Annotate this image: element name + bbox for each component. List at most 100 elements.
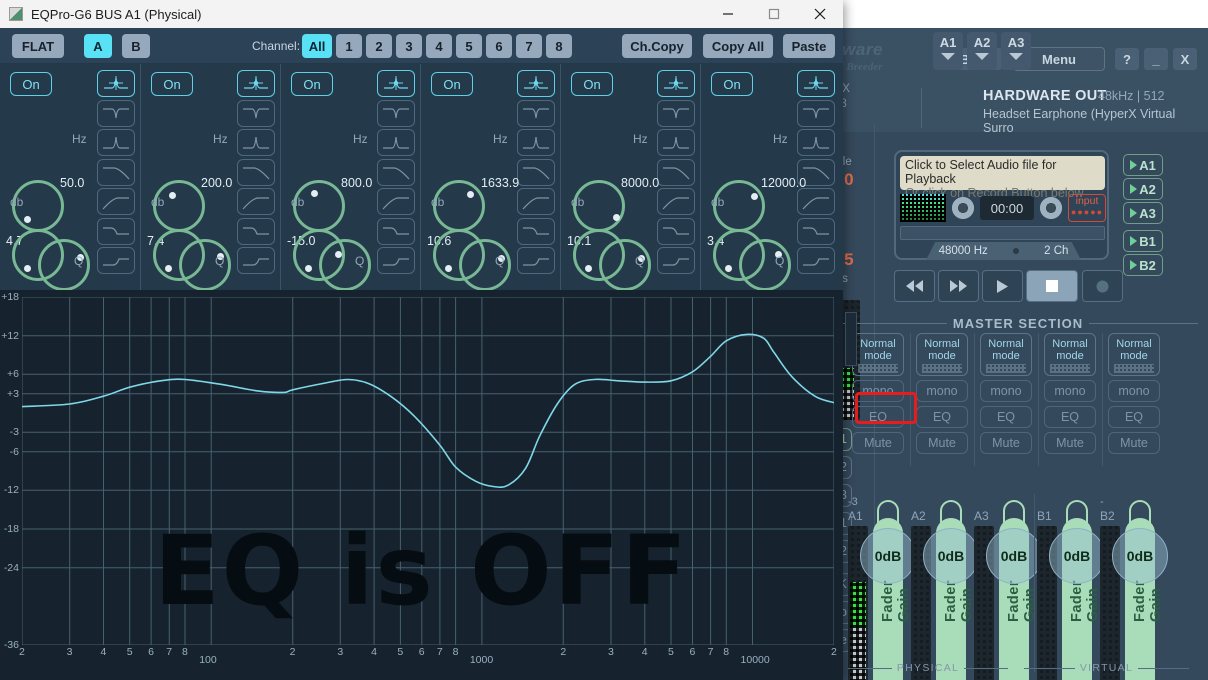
channel-button-6[interactable]: 6 — [486, 34, 512, 58]
band-3-on-button[interactable]: On — [291, 72, 333, 96]
scrollbar[interactable] — [845, 312, 857, 366]
mute-button-b1[interactable]: Mute — [1044, 432, 1096, 454]
filter-type-low-shelf-icon[interactable] — [517, 247, 555, 274]
band-6-on-button[interactable]: On — [711, 72, 753, 96]
fader-knob-b1[interactable]: 0dB — [1049, 528, 1105, 584]
audio-file-selector[interactable]: Click to Select Audio file for Playback … — [900, 156, 1105, 200]
normal-mode-button-a1[interactable]: Normal mode — [852, 333, 904, 376]
filter-type-low-pass-icon[interactable] — [237, 158, 275, 186]
eq-button-b2[interactable]: EQ — [1108, 406, 1160, 428]
normal-mode-button-b1[interactable]: Normal mode — [1044, 333, 1096, 376]
recorder-bus-b1[interactable]: B1 — [1123, 230, 1163, 252]
filter-type-low-pass-icon[interactable] — [657, 158, 695, 186]
filter-type-notch-icon[interactable] — [377, 99, 415, 127]
recorder-progress-bar[interactable] — [900, 226, 1105, 240]
filter-type-peak-icon[interactable] — [657, 129, 695, 156]
fader-knob-a2[interactable]: 0dB — [923, 528, 979, 584]
help-button[interactable]: ? — [1115, 48, 1139, 70]
filter-type-bell-icon[interactable] — [377, 70, 415, 97]
normal-mode-button-a3[interactable]: Normal mode — [980, 333, 1032, 376]
normal-mode-button-a2[interactable]: Normal mode — [916, 333, 968, 376]
filter-type-bell-icon[interactable] — [797, 70, 835, 97]
band-1-q-knob[interactable] — [12, 229, 64, 281]
close-button[interactable]: X — [1173, 48, 1197, 70]
recorder-bus-a3[interactable]: A3 — [1123, 202, 1163, 224]
transport-record-button[interactable] — [1082, 270, 1123, 302]
filter-type-bell-icon[interactable] — [517, 70, 555, 97]
recorder-bus-b2[interactable]: B2 — [1123, 254, 1163, 276]
filter-type-high-pass-icon[interactable] — [97, 188, 135, 215]
gear-icon[interactable] — [1040, 197, 1062, 219]
filter-type-low-pass-icon[interactable] — [377, 158, 415, 186]
filter-type-bell-icon[interactable] — [657, 70, 695, 97]
filter-type-high-pass-icon[interactable] — [237, 188, 275, 215]
hardware-out-a1-button[interactable]: A1 — [933, 32, 963, 70]
mute-button-a2[interactable]: Mute — [916, 432, 968, 454]
filter-type-low-pass-icon[interactable] — [517, 158, 555, 186]
filter-type-bell-icon[interactable] — [97, 70, 135, 97]
filter-type-peak-icon[interactable] — [237, 129, 275, 156]
filter-type-notch-icon[interactable] — [97, 99, 135, 127]
eq-button-a3[interactable]: EQ — [980, 406, 1032, 428]
mono-button-b2[interactable]: mono — [1108, 380, 1160, 402]
filter-type-low-shelf-icon[interactable] — [657, 247, 695, 274]
band-3-q-knob[interactable] — [293, 229, 345, 281]
channel-button-4[interactable]: 4 — [426, 34, 452, 58]
eq-maximize-button[interactable] — [751, 0, 797, 28]
transport-rewind-button[interactable] — [894, 270, 935, 302]
filter-type-high-shelf-icon[interactable] — [97, 217, 135, 245]
filter-type-low-shelf-icon[interactable] — [97, 247, 135, 274]
filter-type-high-shelf-icon[interactable] — [657, 217, 695, 245]
preset-b-button[interactable]: B — [122, 34, 150, 58]
band-1-on-button[interactable]: On — [10, 72, 52, 96]
normal-mode-button-b2[interactable]: Normal mode — [1108, 333, 1160, 376]
eq-graph[interactable]: +18 +12 +6 +3 -3 -6 -12 -18 -24 -36 2 3 4 5 6 7 8 100 2 3 4… — [0, 290, 843, 680]
filter-type-high-pass-icon[interactable] — [377, 188, 415, 215]
eq-button-b1[interactable]: EQ — [1044, 406, 1096, 428]
fader-knob-a1[interactable]: 0dB — [860, 528, 916, 584]
filter-type-notch-icon[interactable] — [517, 99, 555, 127]
channel-button-2[interactable]: 2 — [366, 34, 392, 58]
channel-button-7[interactable]: 7 — [516, 34, 542, 58]
eq-button-a1[interactable]: EQ — [852, 406, 904, 428]
filter-type-peak-icon[interactable] — [517, 129, 555, 156]
transport-play-button[interactable] — [982, 270, 1023, 302]
mute-button-b2[interactable]: Mute — [1108, 432, 1160, 454]
mono-button-a2[interactable]: mono — [916, 380, 968, 402]
band-5-on-button[interactable]: On — [571, 72, 613, 96]
flat-button[interactable]: FLAT — [12, 34, 64, 58]
channel-button-1[interactable]: 1 — [336, 34, 362, 58]
filter-type-notch-icon[interactable] — [797, 99, 835, 127]
fader-knob-b2[interactable]: 0dB — [1112, 528, 1168, 584]
gear-icon[interactable] — [952, 197, 974, 219]
transport-forward-button[interactable] — [938, 270, 979, 302]
eq-button-a2[interactable]: EQ — [916, 406, 968, 428]
paste-button[interactable]: Paste — [783, 34, 835, 58]
filter-type-low-shelf-icon[interactable] — [797, 247, 835, 274]
filter-type-high-shelf-icon[interactable] — [377, 217, 415, 245]
channel-button-all[interactable]: All — [302, 34, 332, 58]
eq-minimize-button[interactable] — [705, 0, 751, 28]
filter-type-peak-icon[interactable] — [377, 129, 415, 156]
recorder-bus-a1[interactable]: A1 — [1123, 154, 1163, 176]
mono-button-a3[interactable]: mono — [980, 380, 1032, 402]
filter-type-high-pass-icon[interactable] — [657, 188, 695, 215]
band-5-q-knob[interactable] — [573, 229, 625, 281]
transport-stop-button[interactable] — [1026, 270, 1078, 302]
hardware-out-a3-button[interactable]: A3 — [1001, 32, 1031, 70]
band-4-q-knob[interactable] — [433, 229, 485, 281]
filter-type-high-shelf-icon[interactable] — [517, 217, 555, 245]
recorder-bus-a2[interactable]: A2 — [1123, 178, 1163, 200]
filter-type-low-pass-icon[interactable] — [97, 158, 135, 186]
band-2-q-knob[interactable] — [153, 229, 205, 281]
filter-type-high-shelf-icon[interactable] — [797, 217, 835, 245]
band-2-on-button[interactable]: On — [151, 72, 193, 96]
filter-type-low-shelf-icon[interactable] — [377, 247, 415, 274]
band-6-q-knob[interactable] — [713, 229, 765, 281]
filter-type-high-shelf-icon[interactable] — [237, 217, 275, 245]
channel-button-5[interactable]: 5 — [456, 34, 482, 58]
filter-type-high-pass-icon[interactable] — [517, 188, 555, 215]
filter-type-notch-icon[interactable] — [237, 99, 275, 127]
filter-type-bell-icon[interactable] — [237, 70, 275, 97]
channel-button-3[interactable]: 3 — [396, 34, 422, 58]
